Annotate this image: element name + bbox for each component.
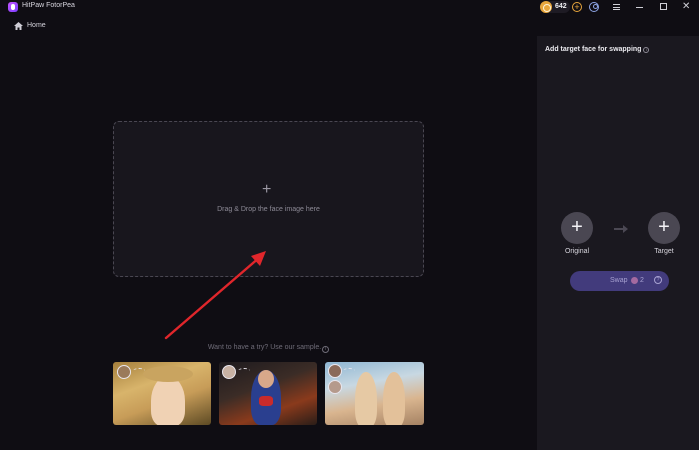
swap-label: Swap [610,277,628,284]
coin-icon [631,277,638,284]
sample-arrow [343,368,355,374]
plus-icon: + [262,181,272,198]
sample-arrow [133,368,145,374]
sample-head [258,370,274,388]
sample-title: Want to have a try? Use our sample. i [0,344,537,353]
original-label: Original [564,248,590,255]
add-original-button[interactable]: + [561,212,593,244]
sample-title-text: Want to have a try? Use our sample. [207,344,322,351]
sample-image-2[interactable] [219,362,317,425]
title-bar: HitPaw FotorPea 642 + ✕ [0,0,699,14]
sample-face-thumb [328,380,342,394]
swap-cost: 2 [640,277,644,284]
sample-arrow [238,368,250,374]
credit-count: 642 [555,3,567,10]
info-icon[interactable]: i [643,47,650,53]
panel-title-text: Add target face for swapping [545,46,642,53]
help-icon[interactable]: ? [654,276,662,284]
sample-face-thumb [117,365,131,379]
dropzone-label: Drag & Drop the face image here [217,206,320,213]
sample-face-thumb [328,364,342,378]
menu-icon[interactable] [613,4,620,10]
minimize-icon[interactable] [636,7,643,8]
add-credits-icon[interactable]: + [572,2,582,12]
close-icon[interactable]: ✕ [682,1,690,13]
coin-icon [540,1,552,13]
maximize-icon[interactable] [660,3,667,10]
add-target-button[interactable]: + [648,212,680,244]
nav-bar: Home [0,14,699,36]
info-icon[interactable]: i [322,346,330,353]
sample-emblem [259,396,273,406]
home-link[interactable]: Home [27,22,46,29]
annotation-arrow [164,251,266,340]
sample-image-3[interactable] [325,362,424,425]
panel-title: Add target face for swapping i [545,46,650,53]
credits-badge[interactable]: 642 [540,1,570,13]
account-icon[interactable] [589,2,599,12]
sample-figure [151,376,185,425]
main-area: + Drag & Drop the face image here Want t… [0,36,537,450]
app-title: HitPaw FotorPea [22,2,75,9]
sample-figure [355,372,377,425]
sample-hat [143,366,193,382]
target-label: Target [654,248,674,255]
sample-figure [383,372,405,425]
swap-panel: Add target face for swapping i + Original… [537,36,699,450]
app-logo-icon [8,2,18,12]
swap-button[interactable]: Swap 2 ? [570,271,669,291]
arrow-right-icon [614,225,628,233]
sample-image-1[interactable] [113,362,211,425]
sample-face-thumb [222,365,236,379]
